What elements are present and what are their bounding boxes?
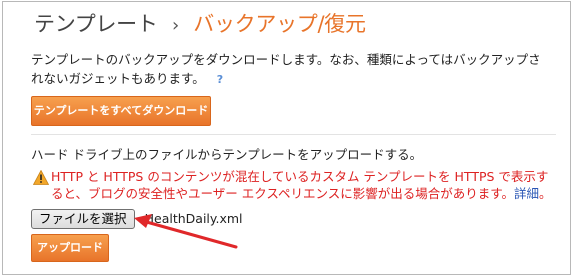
page-title: テンプレート › バックアップ/復元 xyxy=(34,9,366,41)
https-warning: HTTP と HTTPS のコンテンツが混在しているカスタム テンプレートを H… xyxy=(31,168,556,202)
download-all-template-button[interactable]: テンプレートをすべてダウンロード xyxy=(31,96,211,126)
file-picker: ファイルを選択 HealthDaily.xml xyxy=(31,208,243,230)
breadcrumb-template[interactable]: テンプレート xyxy=(34,12,158,36)
learn-more-link[interactable]: 詳細 xyxy=(514,186,539,201)
warning-icon xyxy=(33,170,49,185)
upload-instruction: ハード ドライブ上のファイルからテンプレートをアップロードする。 xyxy=(31,147,423,162)
warning-message: HTTP と HTTPS のコンテンツが混在しているカスタム テンプレートを H… xyxy=(51,168,556,202)
warning-text: HTTP と HTTPS のコンテンツが混在しているカスタム テンプレートを H… xyxy=(51,169,549,201)
section-divider xyxy=(31,134,556,135)
choose-file-button[interactable]: ファイルを選択 xyxy=(31,208,135,229)
selected-file-name: HealthDaily.xml xyxy=(144,211,243,226)
warning-tail: 。 xyxy=(539,186,552,201)
upload-button[interactable]: アップロード xyxy=(31,234,109,262)
breadcrumb-separator: › xyxy=(171,15,179,36)
help-icon[interactable]: ? xyxy=(217,70,223,89)
backup-description-text: テンプレートのバックアップをダウンロードします。なお、種類によってはバックアップ… xyxy=(31,52,541,86)
backup-description: テンプレートのバックアップをダウンロードします。なお、種類によってはバックアップ… xyxy=(31,50,551,89)
breadcrumb-current: バックアップ/復元 xyxy=(193,12,366,36)
